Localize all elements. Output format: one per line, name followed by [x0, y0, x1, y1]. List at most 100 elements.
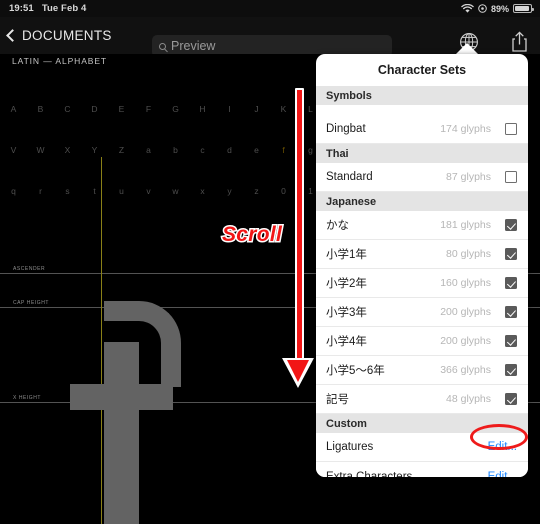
- charset-checkbox[interactable]: [505, 171, 517, 183]
- alphabet-grid: A B C D E F G H I J K L V W X Y Z a b c …: [0, 88, 330, 211]
- section-header-symbols: Symbols: [316, 86, 528, 105]
- alphabet-row: A B C D E F G H I J K L: [0, 88, 330, 129]
- charset-name: 小学5〜6年: [326, 365, 385, 377]
- charset-glyph-count: 200 glyphs: [440, 306, 491, 318]
- charset-checkbox[interactable]: [505, 335, 517, 347]
- battery-percent: 89%: [490, 3, 509, 14]
- character-sets-popover: Character Sets Symbols Dingbat 174 glyph…: [316, 54, 528, 477]
- glyph-cell[interactable]: Z: [108, 145, 135, 155]
- charset-checkbox[interactable]: [505, 364, 517, 376]
- charset-name: Standard: [326, 171, 373, 183]
- glyph-cell[interactable]: V: [0, 145, 27, 155]
- glyph-cell[interactable]: d: [216, 145, 243, 155]
- glyph-cell[interactable]: E: [108, 104, 135, 114]
- search-placeholder: Preview: [171, 39, 216, 53]
- glyph-cell[interactable]: H: [189, 104, 216, 114]
- charset-glyph-count: 366 glyphs: [440, 364, 491, 376]
- charset-checkbox[interactable]: [505, 277, 517, 289]
- glyph-crossbar: [70, 384, 173, 410]
- glyph-cell[interactable]: F: [135, 104, 162, 114]
- alphabet-row: q r s t u v w x y z 0 1: [0, 170, 330, 211]
- guide-line-vertical: [101, 157, 102, 524]
- glyph-cell[interactable]: z: [243, 186, 270, 196]
- back-button[interactable]: DOCUMENTS: [6, 28, 112, 43]
- charset-name: Ligatures: [326, 441, 374, 453]
- search-icon: [159, 42, 166, 50]
- glyph-cell[interactable]: y: [216, 186, 243, 196]
- charset-name: 小学1年: [326, 249, 367, 261]
- charset-checkbox[interactable]: [505, 123, 517, 135]
- glyph-cell[interactable]: v: [135, 186, 162, 196]
- charset-checkbox[interactable]: [505, 306, 517, 318]
- glyph-cell[interactable]: I: [216, 104, 243, 114]
- section-header-japanese: Japanese: [316, 192, 528, 211]
- charset-glyph-count: 160 glyphs: [440, 277, 491, 289]
- glyph-cell[interactable]: Y: [81, 145, 108, 155]
- glyph-cell[interactable]: W: [27, 145, 54, 155]
- location-icon: [478, 4, 487, 13]
- glyph-cell-label: f: [282, 144, 285, 155]
- glyph-cell[interactable]: D: [81, 104, 108, 114]
- table-row[interactable]: 小学2年 160 glyphs: [316, 269, 528, 298]
- glyph-cell[interactable]: c: [189, 145, 216, 155]
- glyph-cell[interactable]: x: [189, 186, 216, 196]
- charset-glyph-count: 80 glyphs: [446, 248, 491, 260]
- table-row[interactable]: 記号 48 glyphs: [316, 385, 528, 414]
- red-ellipse-highlight: [470, 424, 528, 450]
- scroll-arrow-shaft: [295, 88, 304, 368]
- glyph-cell[interactable]: t: [81, 186, 108, 196]
- charset-glyph-count: 181 glyphs: [440, 219, 491, 231]
- table-row[interactable]: Standard 87 glyphs: [316, 163, 528, 192]
- down-arrow-icon: [282, 358, 314, 388]
- charset-name: 小学4年: [326, 336, 367, 348]
- character-sets-list[interactable]: Symbols Dingbat 174 glyphs Thai Standard…: [316, 86, 528, 477]
- status-indicators: 89%: [461, 3, 534, 14]
- table-row[interactable]: 小学5〜6年 366 glyphs: [316, 356, 528, 385]
- glyph-cell[interactable]: q: [0, 186, 27, 196]
- scroll-annotation-label: Scroll: [220, 222, 283, 248]
- chevron-left-icon: [6, 29, 19, 42]
- table-row[interactable]: かな 181 glyphs: [316, 211, 528, 240]
- charset-glyph-count: 174 glyphs: [440, 123, 491, 135]
- section-header-thai: Thai: [316, 144, 528, 163]
- glyph-cell[interactable]: B: [27, 104, 54, 114]
- popover-title: Character Sets: [377, 63, 467, 77]
- glyph-cell[interactable]: a: [135, 145, 162, 155]
- table-row[interactable]: 小学3年 200 glyphs: [316, 298, 528, 327]
- charset-checkbox[interactable]: [505, 219, 517, 231]
- glyph-cell[interactable]: w: [162, 186, 189, 196]
- status-bar: 19:51 Tue Feb 4 89%: [0, 0, 540, 17]
- charset-checkbox[interactable]: [505, 248, 517, 260]
- table-row[interactable]: Dingbat 174 glyphs: [316, 115, 528, 144]
- glyph-cell[interactable]: A: [0, 104, 27, 114]
- table-row[interactable]: 小学1年 80 glyphs: [316, 240, 528, 269]
- share-icon[interactable]: [511, 31, 528, 52]
- preview-section-title: LATIN — ALPHABET: [12, 56, 108, 66]
- glyph-cell-selected[interactable]: f: [268, 127, 299, 170]
- table-row-extra-characters[interactable]: Extra Characters Edit...: [316, 462, 528, 477]
- glyph-cell[interactable]: C: [54, 104, 81, 114]
- charset-name: Dingbat: [326, 123, 366, 135]
- alphabet-row: V W X Y Z a b c d e f g: [0, 127, 330, 170]
- glyph-cell[interactable]: 0: [270, 186, 297, 196]
- glyph-cell[interactable]: s: [54, 186, 81, 196]
- glyph-cell[interactable]: r: [27, 186, 54, 196]
- table-row[interactable]: 小学4年 200 glyphs: [316, 327, 528, 356]
- charset-name: 記号: [326, 394, 349, 406]
- charset-glyph-count: 200 glyphs: [440, 335, 491, 347]
- back-button-label: DOCUMENTS: [22, 28, 112, 43]
- glyph-cell[interactable]: J: [243, 104, 270, 114]
- guide-label-cap-height: CAP HEIGHT: [13, 300, 49, 306]
- edit-extra-characters-link[interactable]: Edit...: [488, 471, 517, 478]
- glyph-cell[interactable]: X: [54, 145, 81, 155]
- guide-label-x-height: X HEIGHT: [13, 395, 42, 401]
- glyph-cell[interactable]: u: [108, 186, 135, 196]
- status-time: 19:51: [9, 3, 34, 14]
- charset-name: 小学3年: [326, 307, 367, 319]
- glyph-cell[interactable]: e: [243, 145, 270, 155]
- glyph-cell[interactable]: K: [270, 104, 297, 114]
- glyph-cell[interactable]: b: [162, 145, 189, 155]
- charset-checkbox[interactable]: [505, 393, 517, 405]
- charset-name: かな: [326, 220, 349, 232]
- glyph-cell[interactable]: G: [162, 104, 189, 114]
